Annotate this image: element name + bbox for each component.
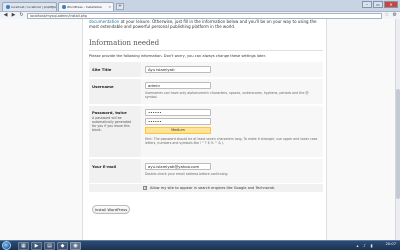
explorer-taskbar-icon[interactable]: ▦	[18, 242, 29, 250]
maximize-button[interactable]: ▭	[373, 1, 383, 8]
media-player-taskbar-icon[interactable]: ▶	[31, 242, 42, 250]
email-input[interactable]: ayu.islamiyati@yahoo.com	[145, 163, 211, 170]
email-value-area: ayu.islamiyati@yahoo.com Double-check yo…	[141, 159, 323, 183]
username-row: Username admin Usernames can have only a…	[89, 78, 323, 104]
folder-taskbar-icon[interactable]: ▤	[44, 242, 55, 250]
close-window-button[interactable]: ✕	[384, 1, 398, 8]
clock[interactable]: 20:07	[386, 242, 396, 246]
reload-icon[interactable]: ↻	[18, 12, 25, 19]
intro-text: documentation at your leisure. Otherwise…	[89, 19, 323, 29]
privacy-checkbox[interactable]	[143, 185, 147, 190]
password-input-2[interactable]: ••••••	[145, 118, 211, 125]
privacy-label: Allow my site to appear in search engine…	[150, 185, 276, 190]
tab-close-icon[interactable]: ✕	[51, 3, 54, 11]
network-icon[interactable]: ▴	[355, 243, 360, 248]
password-hint: Hint: The password should be at least se…	[145, 137, 318, 145]
chrome-taskbar-icon[interactable]: ◉	[70, 242, 81, 250]
page-viewport: documentation at your leisure. Otherwise…	[0, 19, 395, 240]
vertical-scrollbar[interactable]	[395, 19, 400, 240]
tab-close-icon[interactable]: ✕	[108, 3, 111, 11]
back-icon[interactable]: ◀	[2, 12, 9, 19]
tab-label: WordPress › Installation	[67, 5, 103, 9]
battery-icon[interactable]: ▮	[369, 243, 374, 248]
username-value-area: admin Usernames can have only alphanumer…	[141, 79, 323, 104]
lead-text: Please provide the following information…	[89, 54, 266, 58]
password-strength-indicator: Medium	[145, 127, 211, 134]
star-icon[interactable]: ☆	[385, 12, 389, 19]
username-note: Usernames can have only alphanumeric cha…	[145, 91, 309, 99]
system-tray: ▴ ♪ ▮	[355, 243, 374, 248]
phpmyadmin-favicon-icon	[6, 5, 10, 9]
new-tab-button[interactable]: +	[116, 3, 124, 10]
tab-phpmyadmin[interactable]: localhost / localhost | phpMyA ✕	[2, 2, 57, 11]
section-title: Information needed	[89, 39, 160, 47]
email-label: Your E-mail	[92, 164, 117, 169]
browser-toolbar: ◀ ▶ ↻ localhost/mysql-admin/install.php …	[0, 11, 400, 19]
username-label: Username	[92, 84, 114, 89]
tab-wordpress-installation[interactable]: WordPress › Installation ✕	[58, 2, 114, 11]
password-sublabel: A password will be automatically generat…	[92, 116, 132, 132]
window-controls: – ▭ ✕	[362, 1, 398, 8]
email-row: Your E-mail ayu.islamiyati@yahoo.com Dou…	[89, 158, 323, 183]
taskbar: ▦ ▶ ▤ ◆ ◉ ▴ ♪ ▮ 20:07	[0, 240, 400, 250]
scrollbar-thumb[interactable]	[396, 89, 400, 199]
divider	[89, 50, 323, 51]
password-input-1[interactable]: ••••••	[145, 109, 211, 116]
forward-icon[interactable]: ▶	[10, 12, 17, 19]
site-title-label: Site Title	[92, 67, 112, 72]
app-taskbar-icon[interactable]: ◆	[57, 242, 68, 250]
password-value-area: •••••• •••••• Medium Hint: The password …	[141, 106, 323, 157]
wrench-icon[interactable]: ⚙	[393, 12, 397, 19]
email-note: Double-check your email address before c…	[145, 172, 229, 176]
wordpress-favicon-icon	[62, 5, 66, 9]
volume-icon[interactable]: ♪	[362, 243, 367, 248]
site-title-row: Site Title Ayu Islamiyati	[89, 61, 323, 77]
install-panel: documentation at your leisure. Otherwise…	[82, 19, 327, 240]
clock-time: 20:07	[385, 242, 396, 246]
minimize-button[interactable]: –	[362, 1, 372, 8]
site-title-value-area: Ayu Islamiyati	[141, 62, 323, 77]
privacy-row: Allow my site to appear in search engine…	[89, 184, 323, 192]
site-title-input[interactable]: Ayu Islamiyati	[145, 66, 211, 73]
tab-label: localhost / localhost | phpMyA	[11, 5, 56, 9]
password-row: Password, twice A password will be autom…	[89, 105, 323, 157]
start-button[interactable]	[2, 241, 11, 250]
username-input[interactable]: admin	[145, 82, 211, 89]
install-wordpress-button[interactable]: Install WordPress	[92, 205, 130, 214]
password-label: Password, twice	[92, 110, 127, 115]
